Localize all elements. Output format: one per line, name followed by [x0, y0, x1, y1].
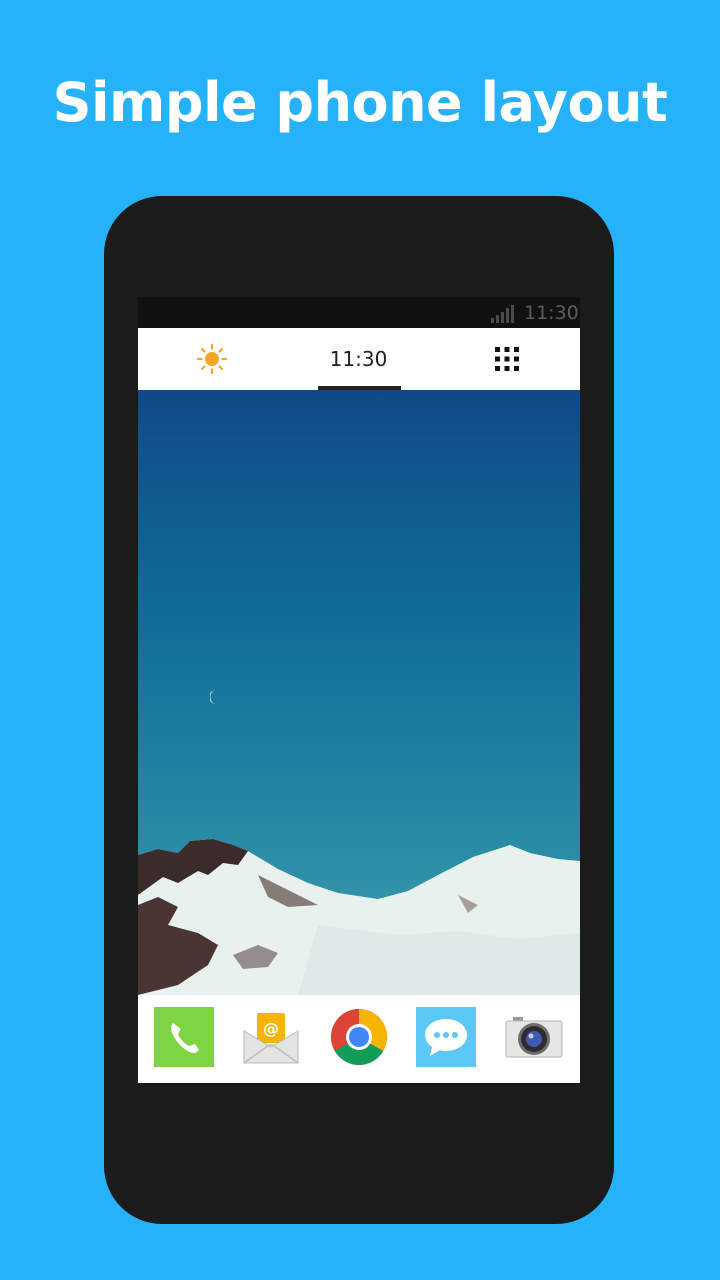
camera-icon: [505, 1017, 563, 1058]
svg-text:@: @: [263, 1019, 279, 1038]
mountains-image: [138, 839, 580, 995]
tab-clock[interactable]: 11:30: [285, 328, 432, 390]
dock-app-chrome[interactable]: [328, 1006, 390, 1068]
messages-icon: [416, 1007, 476, 1067]
tab-clock-label: 11:30: [329, 347, 388, 371]
sun-icon: [196, 344, 227, 374]
email-icon: @: [243, 1013, 299, 1064]
chrome-icon: [331, 1009, 387, 1065]
dock-app-camera[interactable]: [503, 1006, 565, 1068]
app-dock: @: [138, 995, 580, 1083]
app-grid-icon: [494, 347, 519, 371]
page-headline: Simple phone layout: [52, 71, 668, 134]
dock-app-email[interactable]: @: [240, 1006, 302, 1068]
dock-app-phone[interactable]: [153, 1006, 215, 1068]
tab-weather[interactable]: [138, 328, 285, 390]
status-bar: 11:30: [138, 297, 580, 328]
phone-screen: 11:30 11:30 @: [138, 297, 580, 1083]
dock-app-messages[interactable]: [415, 1006, 477, 1068]
phone-icon: [154, 1007, 214, 1067]
tab-bar: 11:30: [138, 328, 580, 390]
wallpaper: [138, 390, 580, 995]
tab-apps[interactable]: [433, 328, 580, 390]
moon-icon: [210, 690, 216, 704]
signal-icon: [491, 305, 514, 323]
status-time: 11:30: [524, 302, 579, 324]
